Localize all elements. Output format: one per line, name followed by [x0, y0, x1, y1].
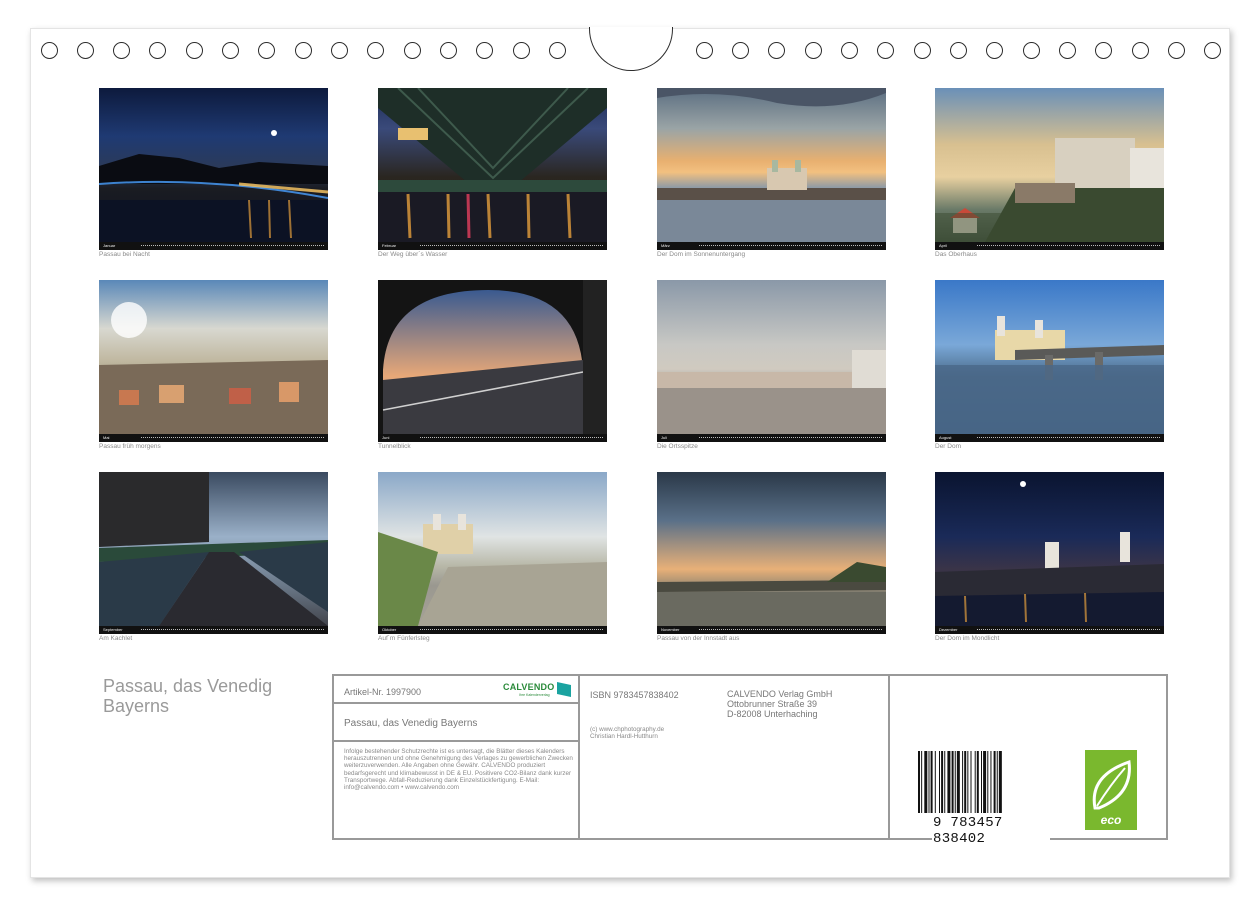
calendar-strip: Januar [99, 242, 328, 250]
binding-hole [186, 42, 203, 59]
publisher-address: CALVENDO Verlag GmbH Ottobrunner Straße … [727, 689, 832, 719]
binding-hole [476, 42, 493, 59]
info-box: Artikel-Nr. 1997900 CALVENDO Ihre Kalend… [332, 674, 1168, 840]
calendar-strip: März [657, 242, 886, 250]
month-photo: Februar [378, 88, 607, 250]
binding-hole [768, 42, 785, 59]
calendar-strip: Juni [378, 434, 607, 442]
binding-hole [1132, 42, 1149, 59]
binding-hole [513, 42, 530, 59]
binding-hole [914, 42, 931, 59]
calendar-strip: September [99, 626, 328, 634]
calendar-strip: August [935, 434, 1164, 442]
month-photo: Juni [378, 280, 607, 442]
month-photo: Juli [657, 280, 886, 442]
copyright: (c) www.chphotography.de Christian Hardl… [590, 726, 664, 740]
binding-hole [1204, 42, 1221, 59]
binding-hole [841, 42, 858, 59]
binding-hole [1095, 42, 1112, 59]
photo-caption: Tunnelblick [378, 443, 411, 450]
binding-hole [1168, 42, 1185, 59]
photo-caption: Die Ortsspitze [657, 443, 698, 450]
calendar-strip: Februar [378, 242, 607, 250]
binding-hole [1059, 42, 1076, 59]
binding-hole [696, 42, 713, 59]
article-number: Artikel-Nr. 1997900 [344, 687, 421, 697]
calendar-strip: November [657, 626, 886, 634]
leaf-icon [1085, 754, 1137, 816]
month-photo: Oktober [378, 472, 607, 634]
binding-hole [41, 42, 58, 59]
binding-hole [258, 42, 275, 59]
binding-hole [986, 42, 1003, 59]
hanger-cutout [589, 27, 673, 71]
binding-hole [149, 42, 166, 59]
binding-hole [367, 42, 384, 59]
calendar-strip: Juli [657, 434, 886, 442]
info-column-right: 9 783457 838402 eco [890, 676, 1166, 838]
calendar-strip: Mai [99, 434, 328, 442]
photo-caption: Passau früh morgens [99, 443, 161, 450]
photo-caption: Der Dom im Sonnenuntergang [657, 251, 745, 258]
binding-hole [113, 42, 130, 59]
binding-hole [331, 42, 348, 59]
binding-hole [805, 42, 822, 59]
month-photo: November [657, 472, 886, 634]
month-photo: Januar [99, 88, 328, 250]
month-photo: Dezember [935, 472, 1164, 634]
info-column-left: Artikel-Nr. 1997900 CALVENDO Ihre Kalend… [334, 676, 580, 838]
month-photo: Mai [99, 280, 328, 442]
photo-caption: Passau bei Nacht [99, 251, 150, 258]
photo-caption: Der Dom [935, 443, 961, 450]
binding-hole [877, 42, 894, 59]
month-photo: April [935, 88, 1164, 250]
month-photo: August [935, 280, 1164, 442]
calendar-strip: Dezember [935, 626, 1164, 634]
isbn: ISBN 9783457838402 [590, 690, 679, 700]
binding-hole [732, 42, 749, 59]
binding-hole [404, 42, 421, 59]
binding-hole [1023, 42, 1040, 59]
calendar-strip: April [935, 242, 1164, 250]
calendar-strip: Oktober [378, 626, 607, 634]
barcode-number: 9 783457 838402 [932, 815, 1050, 847]
binding-hole [222, 42, 239, 59]
month-photo: März [657, 88, 886, 250]
legal-text: Infolge bestehender Schutzrechte ist es … [344, 748, 576, 791]
binding-hole [295, 42, 312, 59]
artikel-cell: Artikel-Nr. 1997900 CALVENDO Ihre Kalend… [334, 676, 578, 704]
photo-caption: Passau von der Innstadt aus [657, 635, 739, 642]
photo-caption: Der Weg über´s Wasser [378, 251, 447, 258]
binding-hole [440, 42, 457, 59]
photo-caption: Das Oberhaus [935, 251, 977, 258]
eco-badge: eco [1085, 750, 1137, 830]
calendar-title: Passau, das Venedig Bayerns [103, 676, 323, 716]
calvendo-logo-icon [557, 682, 571, 697]
binding-hole [549, 42, 566, 59]
photo-caption: Der Dom im Mondlicht [935, 635, 999, 642]
photo-caption: Am Kachlet [99, 635, 132, 642]
calendar-back-sheet: Januar Passau bei Nacht Februar Der Weg … [30, 28, 1230, 878]
month-photo: September [99, 472, 328, 634]
binding-hole [950, 42, 967, 59]
photo-caption: Auf´m Fünferlsteg [378, 635, 430, 642]
calvendo-logo: CALVENDO Ihre Kalenderverlag [503, 682, 571, 699]
title-cell: Passau, das Venedig Bayerns [334, 704, 578, 742]
barcode: 9 783457 838402 [918, 751, 1050, 826]
info-title: Passau, das Venedig Bayerns [344, 718, 477, 729]
info-column-middle: ISBN 9783457838402 CALVENDO Verlag GmbH … [580, 676, 890, 838]
binding-hole [77, 42, 94, 59]
